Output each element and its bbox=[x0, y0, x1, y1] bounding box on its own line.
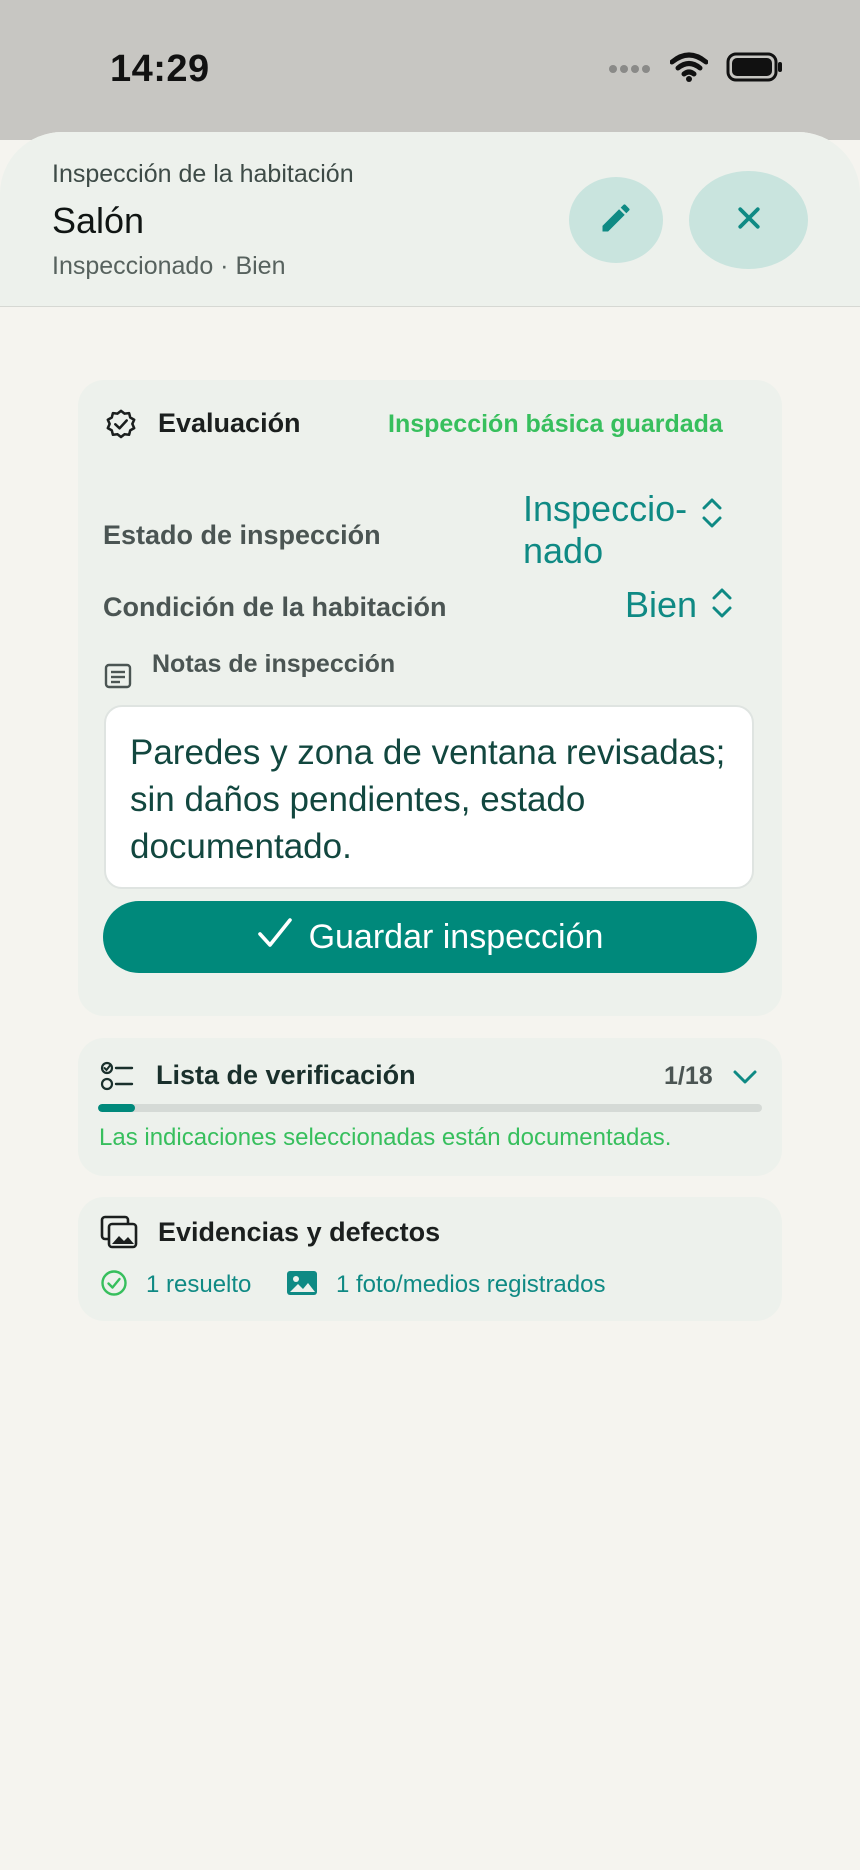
evaluation-title: Evaluación bbox=[158, 408, 301, 438]
checklist-icon bbox=[100, 1060, 134, 1097]
notes-textarea[interactable]: Paredes y zona de ventana revisadas; sin… bbox=[104, 705, 754, 889]
save-inspection-button[interactable]: Guardar inspección bbox=[103, 901, 757, 973]
check-circle-icon bbox=[100, 1269, 128, 1302]
saved-status: Inspección básica guardada bbox=[388, 410, 723, 438]
checklist-title: Lista de verificación bbox=[156, 1060, 416, 1090]
evaluation-card: Evaluación Inspección básica guardada Es… bbox=[78, 380, 782, 1016]
evidence-title: Evidencias y defectos bbox=[158, 1217, 441, 1247]
room-condition-select[interactable]: Bien bbox=[625, 584, 733, 626]
edit-button[interactable] bbox=[569, 177, 663, 263]
verified-badge-icon bbox=[104, 408, 138, 447]
checklist-progress bbox=[98, 1104, 762, 1112]
resolved-count: 1 resuelto bbox=[146, 1271, 252, 1298]
room-title: Salón bbox=[52, 200, 145, 241]
close-button[interactable] bbox=[689, 171, 808, 269]
room-condition-value: Bien bbox=[625, 584, 698, 625]
chevron-up-down-icon bbox=[711, 586, 733, 625]
save-inspection-label: Guardar inspección bbox=[308, 917, 604, 956]
inspection-state-label: Estado de inspección bbox=[103, 520, 381, 550]
wifi-icon bbox=[669, 52, 709, 87]
close-icon bbox=[734, 203, 764, 238]
chevron-down-icon[interactable] bbox=[732, 1068, 758, 1091]
checklist-progress-fill bbox=[98, 1104, 135, 1112]
evidence-card[interactable]: Evidencias y defectos 1 resuelto 1 foto/… bbox=[78, 1197, 782, 1321]
checklist-card[interactable]: Lista de verificación 1/18 Las indicacio… bbox=[78, 1038, 782, 1176]
notes-icon bbox=[104, 663, 132, 694]
photo-library-icon bbox=[100, 1215, 138, 1254]
status-icons bbox=[608, 52, 784, 87]
chevron-up-down-icon bbox=[701, 496, 723, 535]
checkmark-icon bbox=[257, 917, 293, 958]
sheet-header: Inspección de la habitación Salón Inspec… bbox=[0, 132, 860, 307]
header-label: Inspección de la habitación bbox=[52, 160, 354, 188]
room-condition-label: Condición de la habitación bbox=[103, 592, 447, 622]
inspection-state-select[interactable]: Inspeccio- nado bbox=[523, 488, 723, 572]
status-time: 14:29 bbox=[110, 48, 210, 90]
room-subtitle: Inspeccionado · Bien bbox=[52, 252, 286, 280]
notes-label: Notas de inspección bbox=[152, 650, 396, 678]
pencil-icon bbox=[598, 200, 634, 241]
image-icon bbox=[286, 1270, 318, 1301]
checklist-note: Las indicaciones seleccionadas están doc… bbox=[99, 1124, 672, 1151]
battery-icon bbox=[726, 52, 784, 87]
inspection-sheet: Inspección de la habitación Salón Inspec… bbox=[0, 132, 860, 1870]
inspection-state-value: Inspeccio- nado bbox=[523, 488, 688, 571]
status-bar: 14:29 bbox=[0, 0, 860, 140]
signal-dots-icon bbox=[608, 61, 652, 79]
checklist-count: 1/18 bbox=[664, 1062, 713, 1090]
media-count: 1 foto/medios registrados bbox=[336, 1271, 606, 1298]
